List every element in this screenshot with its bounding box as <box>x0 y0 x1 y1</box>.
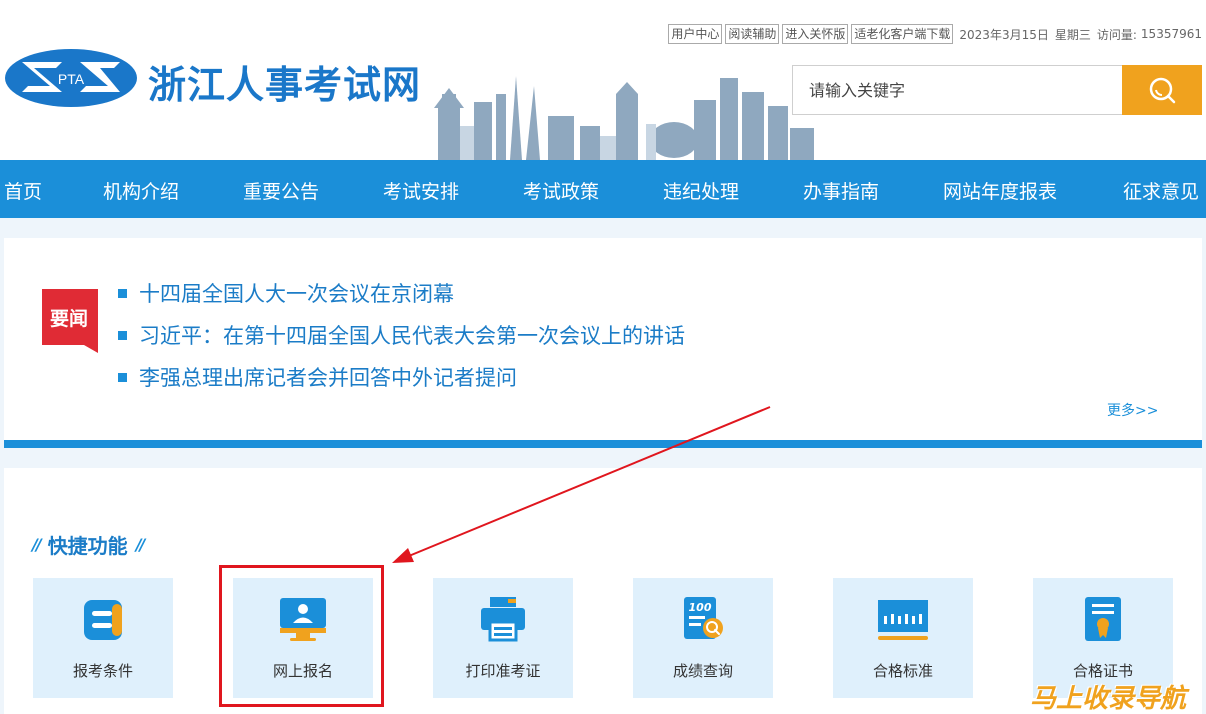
tile-online-registration[interactable]: 网上报名 <box>233 578 373 698</box>
search-icon <box>1149 77 1176 104</box>
search-input[interactable] <box>792 65 1122 115</box>
bullet-icon <box>118 372 127 382</box>
visit-count-value: 15357961 <box>1140 27 1202 41</box>
top-utility-bar: 用户中心 阅读辅助 进入关怀版 适老化客户端下载 2023年3月15日 星期三 … <box>665 24 1202 44</box>
care-mode-link[interactable]: 进入关怀版 <box>782 24 849 44</box>
tile-label: 合格标准 <box>872 662 933 680</box>
quick-functions-heading: // 快捷功能 // <box>32 530 146 559</box>
tile-qualifying-standard[interactable]: 合格标准 <box>833 578 973 698</box>
tile-label: 网上报名 <box>272 662 333 680</box>
current-date: 2023年3月15日 <box>959 27 1049 42</box>
user-center-link[interactable]: 用户中心 <box>668 24 723 44</box>
news-item[interactable]: 李强总理出席记者会并回答中外记者提问 <box>118 356 685 398</box>
site-logo[interactable]: PTA <box>4 48 138 108</box>
tile-label: 成绩查询 <box>672 662 733 680</box>
nav-annual-report[interactable]: 网站年度报表 <box>943 177 1057 204</box>
zpta-logo-icon: PTA <box>5 49 137 107</box>
site-name: 浙江人事考试网 <box>148 63 422 107</box>
news-title[interactable]: 李强总理出席记者会并回答中外记者提问 <box>139 362 517 392</box>
tile-label: 报考条件 <box>72 662 133 680</box>
svg-text:100: 100 <box>689 601 712 614</box>
nav-service-guide[interactable]: 办事指南 <box>803 177 879 204</box>
tile-score-query[interactable]: 100 成绩查询 <box>633 578 773 698</box>
tile-label: 打印准考证 <box>465 662 541 680</box>
tile-exam-requirements[interactable]: 报考条件 <box>33 578 173 698</box>
current-weekday: 星期三 <box>1054 27 1091 42</box>
requirements-icon <box>84 600 122 640</box>
headline-badge: 要闻 <box>42 289 98 353</box>
nav-organization[interactable]: 机构介绍 <box>103 177 179 204</box>
quick-functions-title: 快捷功能 <box>47 534 128 558</box>
nav-exam-policy[interactable]: 考试政策 <box>523 177 599 204</box>
nav-home[interactable]: 首页 <box>4 177 42 204</box>
printer-icon <box>481 597 525 642</box>
svg-text:PTA: PTA <box>58 71 85 87</box>
news-item[interactable]: 习近平：在第十四届全国人民代表大会第一次会议上的讲话 <box>118 314 685 356</box>
city-skyline-illustration <box>434 76 814 160</box>
bullet-icon <box>118 330 127 340</box>
watermark-text: 马上收录导航 <box>1030 684 1187 714</box>
nav-violations[interactable]: 违纪处理 <box>663 177 739 204</box>
bullet-icon <box>118 288 127 298</box>
elderly-client-download-link[interactable]: 适老化客户端下载 <box>851 24 954 44</box>
news-title[interactable]: 十四届全国人大一次会议在京闭幕 <box>139 278 454 308</box>
computer-user-icon <box>280 598 326 641</box>
certificate-icon <box>1085 597 1121 641</box>
heading-decoration-left: // <box>32 535 42 554</box>
heading-decoration-right: // <box>135 535 146 554</box>
score-query-icon: 100 <box>684 597 723 639</box>
tile-print-admission-ticket[interactable]: 打印准考证 <box>433 578 573 698</box>
news-title[interactable]: 习近平：在第十四届全国人民代表大会第一次会议上的讲话 <box>139 320 685 350</box>
svg-text:要闻: 要闻 <box>50 307 88 330</box>
ruler-icon <box>878 600 928 640</box>
news-item[interactable]: 十四届全国人大一次会议在京闭幕 <box>118 272 685 314</box>
nav-announcements[interactable]: 重要公告 <box>243 177 319 204</box>
headline-news-panel: 要闻 十四届全国人大一次会议在京闭幕 习近平：在第十四届全国人民代表大会第一次会… <box>4 238 1202 448</box>
site-header: 用户中心 阅读辅助 进入关怀版 适老化客户端下载 2023年3月15日 星期三 … <box>0 0 1206 160</box>
main-nav: 首页 机构介绍 重要公告 考试安排 考试政策 违纪处理 办事指南 网站年度报表 … <box>0 160 1206 218</box>
nav-exam-schedule[interactable]: 考试安排 <box>383 177 459 204</box>
news-divider-bar <box>4 440 1202 448</box>
reading-assist-link[interactable]: 阅读辅助 <box>725 24 780 44</box>
search-bar <box>792 65 1202 115</box>
more-news-link[interactable]: 更多>> <box>1107 400 1158 420</box>
quick-functions-panel: // 快捷功能 // 报考条件 网上报名 打印准考证 100 成绩查询 合格标准… <box>4 468 1202 714</box>
news-list: 十四届全国人大一次会议在京闭幕 习近平：在第十四届全国人民代表大会第一次会议上的… <box>118 272 685 398</box>
search-button[interactable] <box>1122 65 1202 115</box>
visit-count-label: 访问量: <box>1096 27 1137 42</box>
nav-feedback[interactable]: 征求意见 <box>1123 177 1199 204</box>
